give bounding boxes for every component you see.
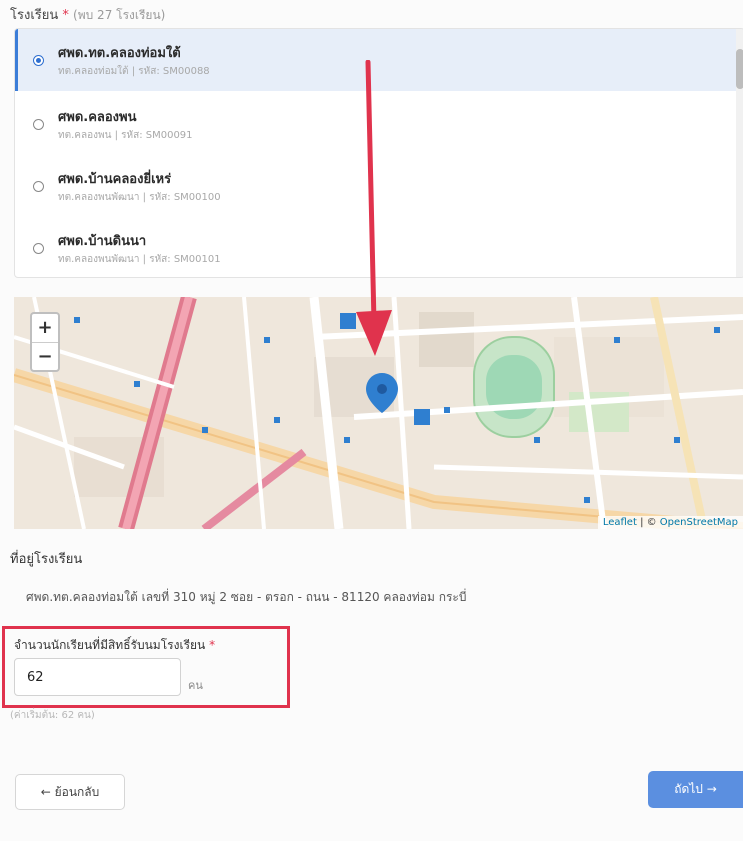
school-count: (พบ 27 โรงเรียน) [73,8,166,22]
school-option-detail: ทต.คลองพนพัฒนา | รหัส: SM00100 [58,192,221,203]
zoom-in-button[interactable]: + [32,314,58,342]
school-map[interactable]: + − Leaflet | © OpenStreetMap [14,297,743,529]
radio-icon[interactable] [33,243,44,254]
zoom-out-button[interactable]: − [32,342,58,371]
map-attribution: Leaflet | © OpenStreetMap [597,516,743,529]
back-button[interactable]: ← ย้อนกลับ [15,774,125,810]
student-count-input[interactable] [14,658,181,696]
map-tiles [14,297,743,529]
school-option-name: ศพด.ทต.คลองท่อมใต้ [58,46,181,61]
school-option-2[interactable]: ศพด.คลองพน ทต.คลองพน | รหัส: SM00091 [15,93,743,155]
next-button[interactable]: ถัดไป → [648,771,743,808]
student-count-label-text: จำนวนนักเรียนที่มีสิทธิ์รับนมโรงเรียน [14,638,206,652]
leaflet-link[interactable]: Leaflet [603,517,637,528]
student-count-label: จำนวนนักเรียนที่มีสิทธิ์รับนมโรงเรียน * [14,636,215,655]
school-label-text: โรงเรียน [10,8,59,23]
school-field-label: โรงเรียน * (พบ 27 โรงเรียน) [10,4,165,25]
required-mark: * [62,8,69,23]
required-mark: * [209,638,216,652]
student-count-unit: คน [188,679,203,692]
school-option-1[interactable]: ศพด.ทต.คลองท่อมใต้ ทต.คลองท่อมใต้ | รหัส… [15,29,743,91]
radio-selected-icon[interactable] [33,55,44,66]
school-list: ศพด.ทต.คลองท่อมใต้ ทต.คลองท่อมใต้ | รหัส… [14,28,743,278]
school-option-detail: ทต.คลองท่อมใต้ | รหัส: SM00088 [58,66,210,77]
list-scrollbar[interactable] [736,29,743,277]
osm-link[interactable]: OpenStreetMap [660,517,738,528]
radio-icon[interactable] [33,181,44,192]
student-count-hint: (ค่าเริ่มต้น: 62 คน) [10,710,95,721]
map-zoom-control: + − [30,312,60,372]
address-label: ที่อยู่โรงเรียน [10,552,83,567]
radio-icon[interactable] [33,119,44,130]
school-option-name: ศพด.บ้านคลองยี่เหร่ [58,172,172,187]
list-scrollbar-thumb[interactable] [736,49,743,89]
school-option-4[interactable]: ศพด.บ้านดินนา ทต.คลองพนพัฒนา | รหัส: SM0… [15,217,743,277]
attribution-separator: | © [636,517,660,528]
school-option-detail: ทต.คลองพน | รหัส: SM00091 [58,130,193,141]
school-option-detail: ทต.คลองพนพัฒนา | รหัส: SM00101 [58,254,221,265]
address-text: ศพด.ทต.คลองท่อมใต้ เลขที่ 310 หมู่ 2 ซอย… [26,590,467,604]
school-option-name: ศพด.คลองพน [58,110,137,125]
school-option-3[interactable]: ศพด.บ้านคลองยี่เหร่ ทต.คลองพนพัฒนา | รหั… [15,155,743,217]
school-option-name: ศพด.บ้านดินนา [58,234,147,249]
